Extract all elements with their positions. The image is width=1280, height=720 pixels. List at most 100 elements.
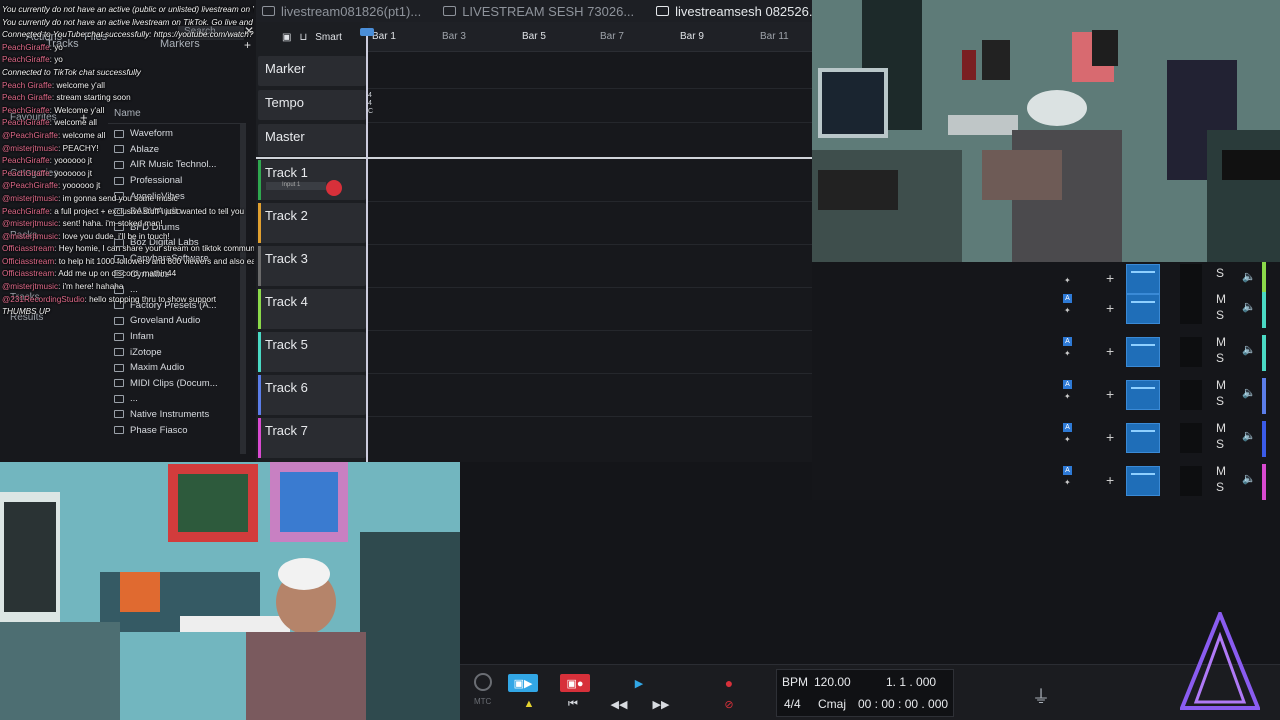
speaker-icon[interactable]: 🔈 [1242, 300, 1256, 313]
browser-files-tab[interactable]: Files [80, 29, 111, 45]
sync-icon[interactable] [474, 673, 492, 691]
folder-item[interactable]: ▶BFD Drums [108, 220, 248, 236]
solo-button[interactable]: S [1216, 266, 1224, 280]
plugin-icon[interactable]: ⏚ [1032, 683, 1050, 709]
folder-item[interactable]: ▶Factory Presets (A... [108, 298, 248, 314]
track-header-7[interactable]: Track 7 [258, 418, 366, 458]
master-track-header[interactable]: Master [258, 124, 366, 156]
folder-item[interactable]: ▶Boz Digital Labs [108, 235, 248, 251]
solo-button[interactable]: S [1216, 394, 1224, 408]
track-header-1[interactable]: Track 1 Input 1 [258, 160, 366, 200]
folder-item[interactable]: ▶Professional [108, 173, 248, 189]
solo-button[interactable]: S [1216, 351, 1224, 365]
track-header-3[interactable]: Track 3 [258, 246, 366, 286]
fader-slot[interactable] [1180, 264, 1202, 294]
speaker-icon[interactable]: 🔈 [1242, 270, 1256, 283]
sidebar-item-tracks[interactable]: Tracks [10, 292, 40, 303]
magnet-icon[interactable]: ⊔ [299, 32, 307, 43]
punch-icon[interactable]: ⊘ [714, 695, 744, 713]
folder-item[interactable]: ▶Ablaze [108, 142, 248, 158]
arrow-icon[interactable]: ✦ [1064, 276, 1071, 285]
add-insert-icon[interactable]: + [1106, 386, 1114, 402]
smart-tool-label[interactable]: Smart [315, 32, 342, 43]
fader-slot[interactable] [1180, 294, 1202, 324]
fader-slot[interactable] [1180, 423, 1202, 453]
speaker-icon[interactable]: 🔈 [1242, 386, 1256, 399]
bpm-value[interactable]: 120.00 [814, 675, 851, 689]
mixer-row[interactable]: A ✦ + M S 🔈 [1060, 421, 1274, 459]
folder-item[interactable]: ▶Phase Fiasco [108, 422, 248, 438]
speaker-icon[interactable]: 🔈 [1242, 429, 1256, 442]
folder-item[interactable]: ▶Maxim Audio [108, 360, 248, 376]
solo-button[interactable]: S [1216, 480, 1224, 494]
mixer-row[interactable]: A ✦ + M S 🔈 [1060, 292, 1274, 330]
fader-slot[interactable] [1180, 466, 1202, 496]
mute-button[interactable]: M [1216, 421, 1226, 435]
add-insert-icon[interactable]: + [1106, 343, 1114, 359]
mixer-row[interactable]: A ✦ + M S 🔈 [1060, 464, 1274, 502]
sidebar-item-packs[interactable]: Packs [10, 230, 37, 241]
browser-search-input[interactable]: Search [178, 26, 244, 40]
mute-button[interactable]: M [1216, 378, 1226, 392]
folder-item[interactable]: ▶Infam [108, 329, 248, 345]
solo-button[interactable]: S [1216, 308, 1224, 322]
mixer-row[interactable]: A ✦ + M S 🔈 [1060, 335, 1274, 373]
automation-icon[interactable]: A [1063, 294, 1072, 303]
rewind-button[interactable]: ◀◀ [604, 695, 634, 713]
add-insert-icon[interactable]: + [1106, 429, 1114, 445]
arrow-icon[interactable]: ✦ [1064, 306, 1071, 315]
folder-item[interactable]: ▶CapybaraSoftware [108, 251, 248, 267]
grid-icon[interactable]: ▣ [282, 32, 291, 43]
name-column-header[interactable]: Name [108, 108, 246, 124]
folder-item[interactable]: ▶AIR Music Technol... [108, 157, 248, 173]
tempo-track-header[interactable]: Tempo [258, 90, 366, 120]
folder-item[interactable]: ▶... [108, 391, 248, 407]
speaker-icon[interactable]: 🔈 [1242, 343, 1256, 356]
mute-button[interactable]: M [1216, 464, 1226, 478]
tab-project-2[interactable]: LIVESTREAM SESH 73026... [443, 4, 634, 19]
solo-button[interactable]: S [1216, 437, 1224, 451]
play-button[interactable]: ▶ [624, 674, 654, 692]
fast-forward-button[interactable]: ▶▶ [646, 695, 676, 713]
mute-button[interactable]: M [1216, 335, 1226, 349]
mute-button[interactable]: M [1216, 292, 1226, 306]
time-readout[interactable]: 00 : 00 : 00 . 000 [858, 697, 948, 711]
folder-item[interactable]: ▶Native Instruments [108, 407, 248, 423]
folder-item[interactable]: ▶Cymatics [108, 266, 248, 282]
folder-item[interactable]: ▶... [108, 282, 248, 298]
rewind-to-start-button[interactable]: ⏮ [558, 695, 588, 713]
loop-button[interactable]: ▣▶ [508, 674, 538, 692]
record-mode-button[interactable]: ▣● [560, 674, 590, 692]
arrow-icon[interactable]: ✦ [1064, 478, 1071, 487]
folder-item[interactable]: ▶iZotope [108, 344, 248, 360]
add-insert-icon[interactable]: + [1106, 270, 1114, 286]
track-header-2[interactable]: Track 2 [258, 203, 366, 243]
key-signature[interactable]: Cmaj [818, 697, 846, 711]
track-header-6[interactable]: Track 6 [258, 375, 366, 415]
tempo-marker[interactable]: 4 4 C [368, 92, 373, 116]
mixer-row[interactable]: A ✦ + M S 🔈 [1060, 378, 1274, 416]
fader-slot[interactable] [1180, 380, 1202, 410]
sidebar-item-results[interactable]: Results [10, 312, 43, 323]
time-signature[interactable]: 4/4 [784, 697, 801, 711]
record-button[interactable]: ● [714, 674, 744, 692]
arrow-icon[interactable]: ✦ [1064, 349, 1071, 358]
add-insert-icon[interactable]: + [1106, 300, 1114, 316]
arrow-icon[interactable]: ✦ [1064, 435, 1071, 444]
sidebar-item-categories[interactable]: Categories [10, 168, 58, 179]
marker-track-header[interactable]: Marker [258, 56, 366, 86]
automation-icon[interactable]: A [1063, 380, 1072, 389]
playhead[interactable] [366, 30, 368, 462]
folder-item[interactable]: ▶Groveland Audio [108, 313, 248, 329]
record-arm-button[interactable] [326, 180, 342, 196]
add-icon[interactable]: + [244, 38, 251, 52]
speaker-icon[interactable]: 🔈 [1242, 472, 1256, 485]
bar-position[interactable]: 1. 1 . 000 [886, 675, 936, 689]
timeline-ruler[interactable]: Bar 1 Bar 3 Bar 5 Bar 7 Bar 9 Bar 11 [368, 22, 812, 52]
track-header-4[interactable]: Track 4 [258, 289, 366, 329]
folder-item[interactable]: ▶Waveform [108, 126, 248, 142]
folder-item[interactable]: ▶MIDI Clips (Docum... [108, 376, 248, 392]
close-icon[interactable]: ✕ [244, 24, 254, 38]
warning-icon[interactable]: ▲ [514, 695, 544, 713]
fader-slot[interactable] [1180, 337, 1202, 367]
